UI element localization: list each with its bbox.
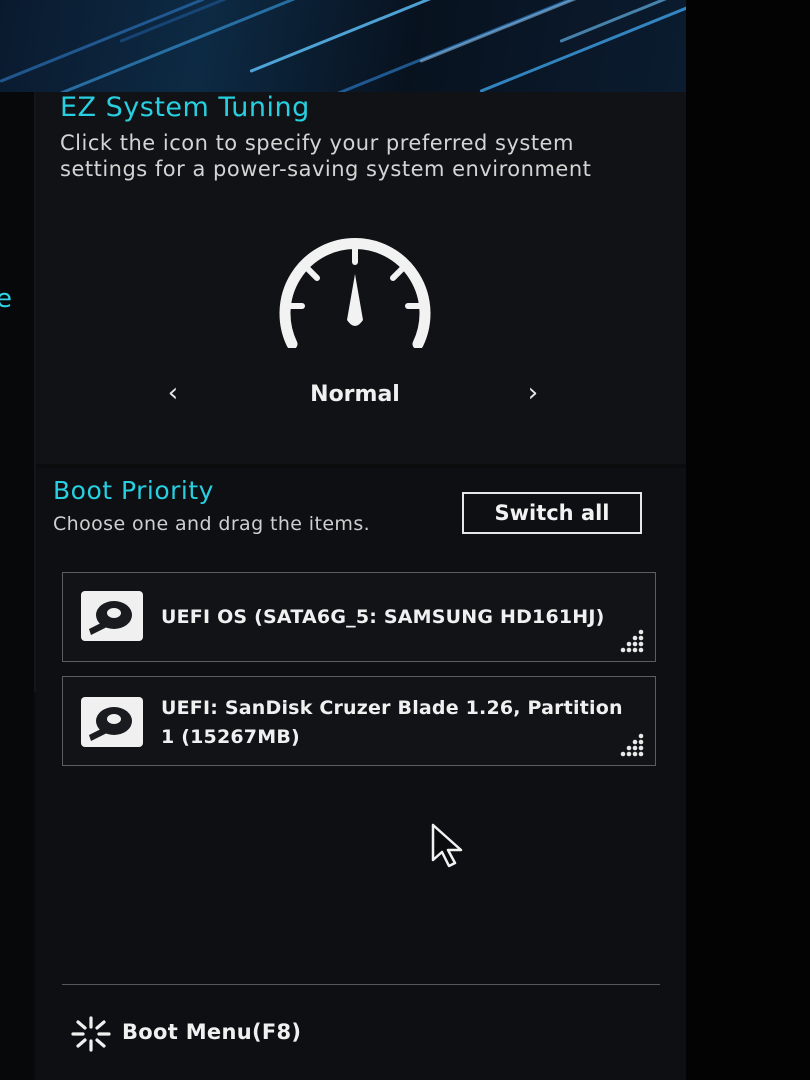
left-panel-fragment: e (0, 284, 12, 314)
tuning-mode-label: Normal (310, 382, 400, 407)
boot-priority-description: Choose one and drag the items. (53, 513, 371, 535)
hard-disk-icon (81, 591, 143, 641)
burst-icon (68, 1016, 114, 1052)
boot-priority-title: Boot Priority (53, 476, 214, 505)
boot-item-label: UEFI: SanDisk Cruzer Blade 1.26, Partiti… (161, 697, 623, 719)
boot-menu-label: Boot Menu(F8) (122, 1020, 302, 1044)
boot-item-2[interactable]: UEFI: SanDisk Cruzer Blade 1.26, Partiti… (62, 676, 656, 766)
boot-priority-panel (36, 468, 686, 1080)
boot-item-label-line2: 1 (15267MB) (161, 726, 300, 748)
drag-handle-icon[interactable] (619, 629, 645, 653)
ez-tuning-description: Click the icon to specify your preferred… (60, 131, 592, 181)
ez-tuning-title: EZ System Tuning (60, 92, 310, 123)
next-mode-button[interactable]: › (518, 378, 548, 414)
monitor-bezel (686, 0, 810, 1080)
left-panel-edge: e (0, 92, 34, 1080)
footer-divider (62, 984, 660, 985)
speedometer-icon[interactable] (270, 236, 440, 350)
drag-handle-icon[interactable] (619, 733, 645, 757)
mouse-cursor-icon (430, 822, 468, 868)
boot-item-label: UEFI OS (SATA6G_5: SAMSUNG HD161HJ) (161, 606, 605, 628)
header-banner (0, 0, 686, 92)
boot-item-1[interactable]: UEFI OS (SATA6G_5: SAMSUNG HD161HJ) (62, 572, 656, 662)
switch-all-button[interactable]: Switch all (462, 492, 642, 534)
hard-disk-icon (81, 697, 143, 747)
previous-mode-button[interactable]: ‹ (158, 378, 188, 414)
